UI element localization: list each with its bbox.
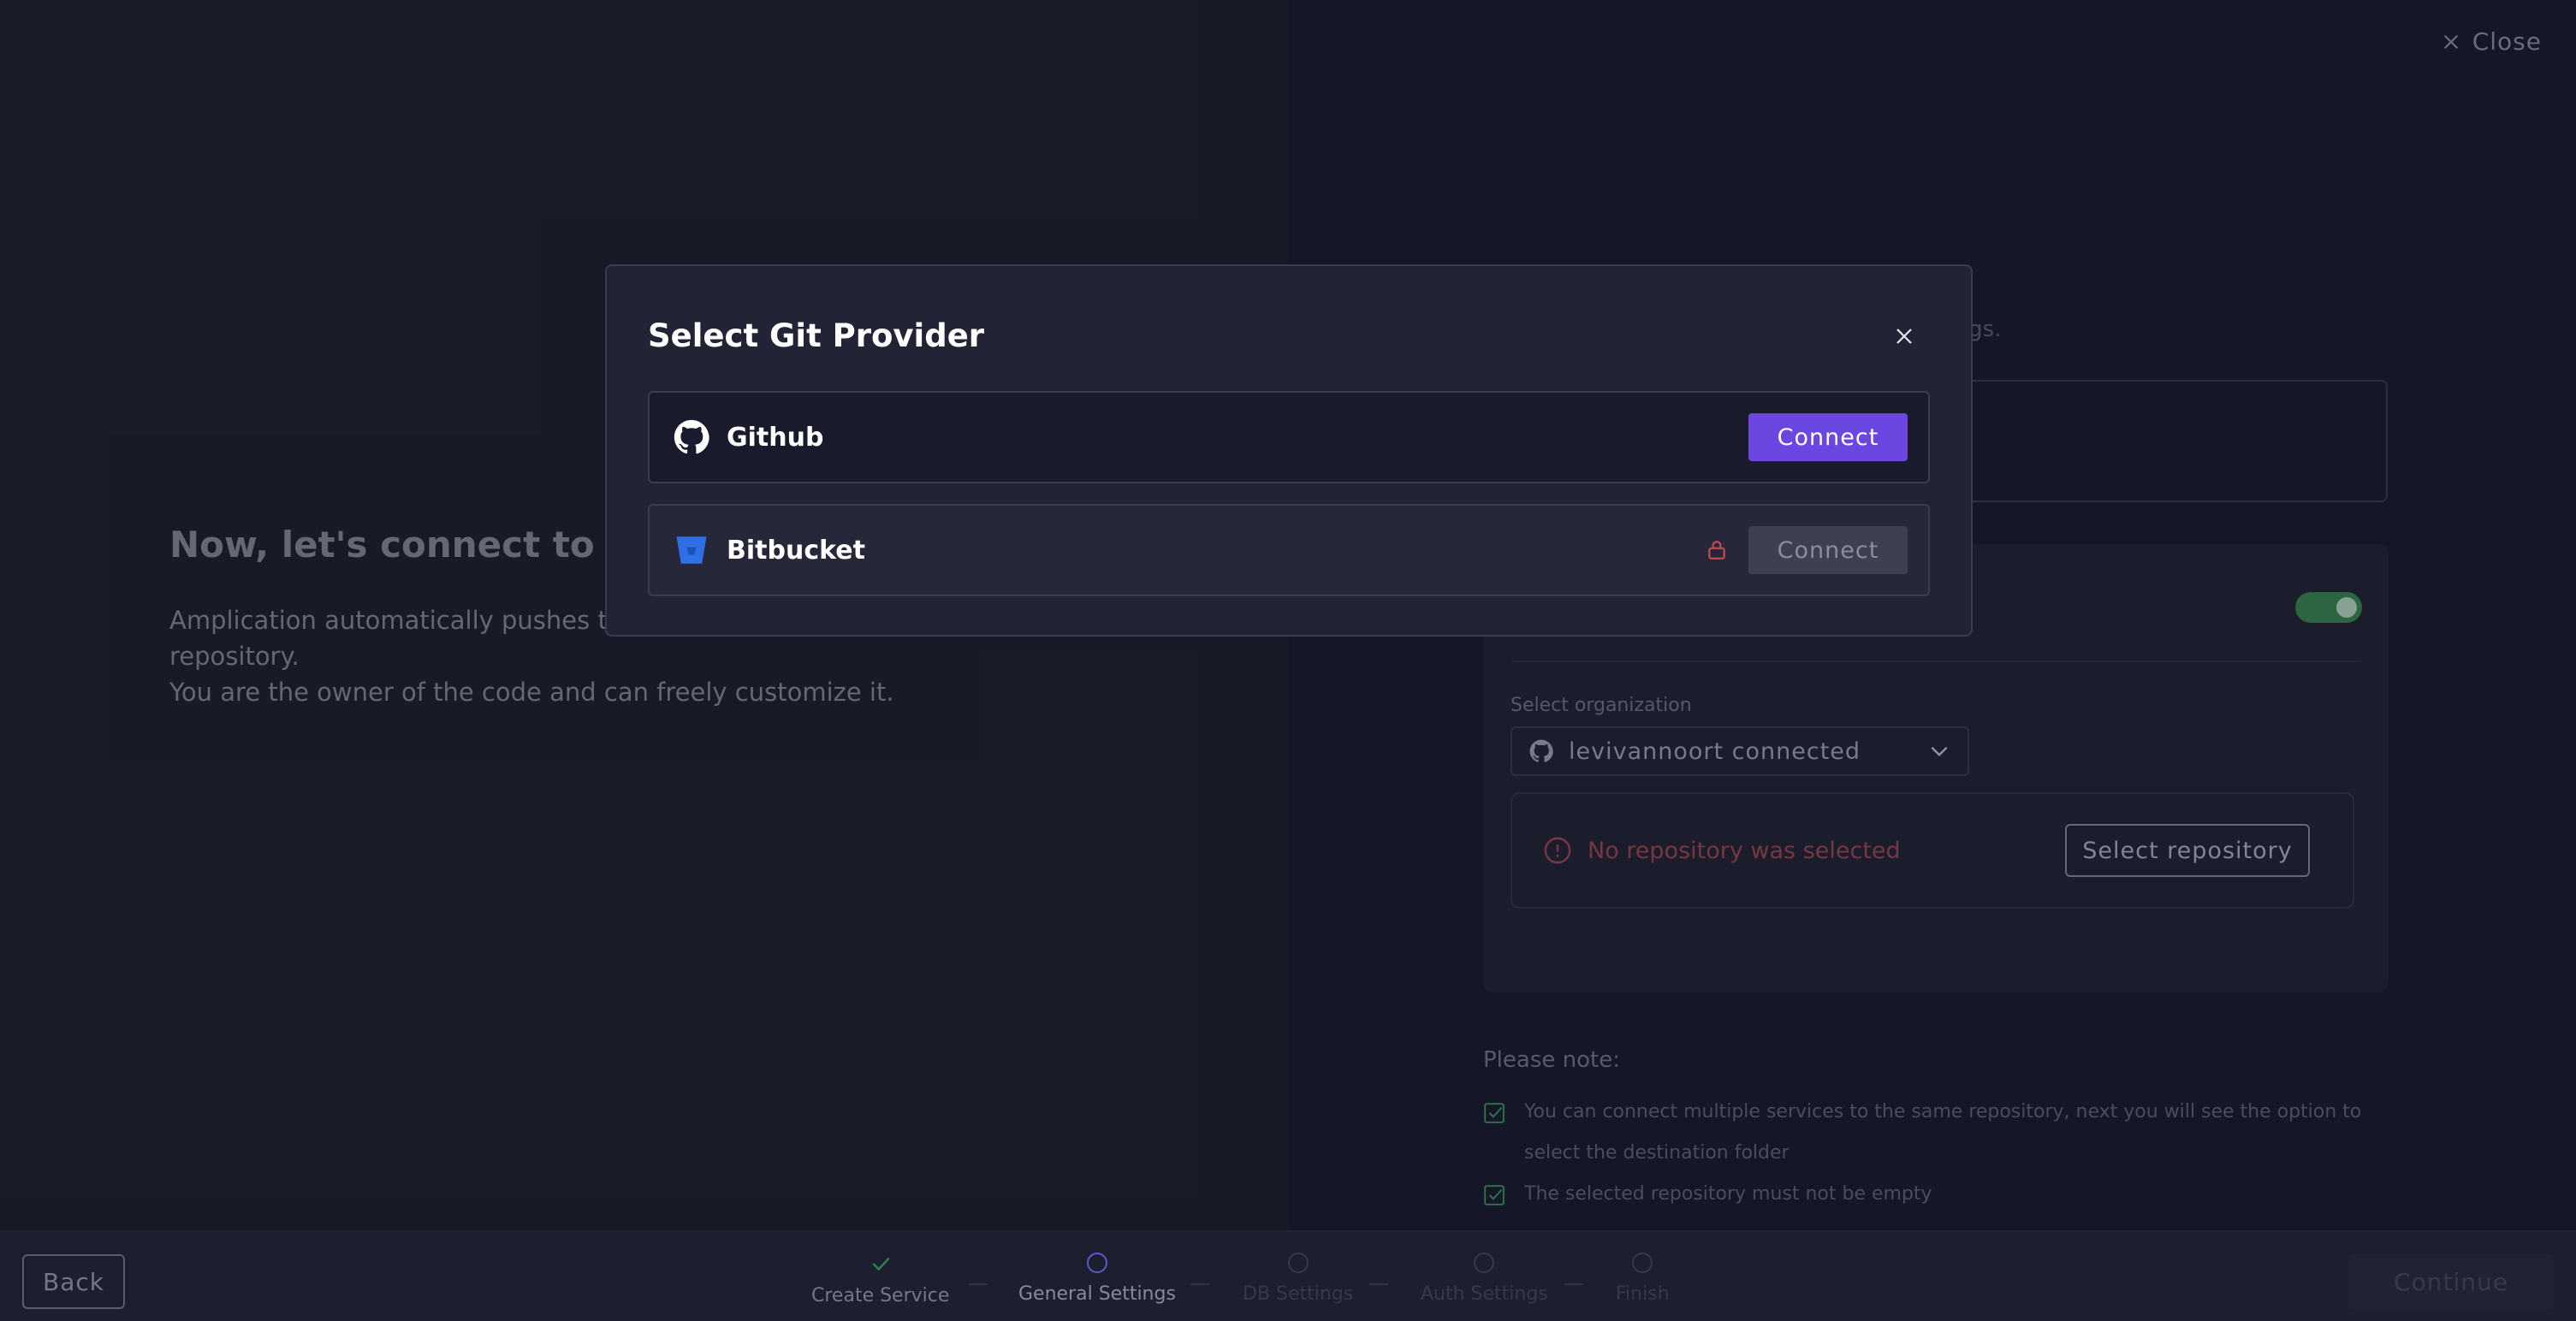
connect-bitbucket-button[interactable]: Connect <box>1748 526 1908 574</box>
dialog-title: Select Git Provider <box>648 317 985 354</box>
provider-row-bitbucket: Bitbucket Connect <box>648 504 1930 596</box>
modal-backdrop[interactable] <box>0 0 2576 1321</box>
provider-row-github: Github Connect <box>648 391 1930 483</box>
provider-name: Bitbucket <box>727 535 865 566</box>
connect-github-button[interactable]: Connect <box>1748 413 1908 461</box>
close-icon <box>1896 329 1912 344</box>
bitbucket-icon <box>676 536 707 564</box>
github-icon <box>674 419 709 454</box>
lock-icon <box>1708 541 1725 560</box>
select-git-provider-dialog: Select Git Provider Github Connect Bitbu… <box>605 264 1973 637</box>
provider-name: Github <box>727 422 824 453</box>
dialog-close-button[interactable] <box>1890 323 1918 350</box>
